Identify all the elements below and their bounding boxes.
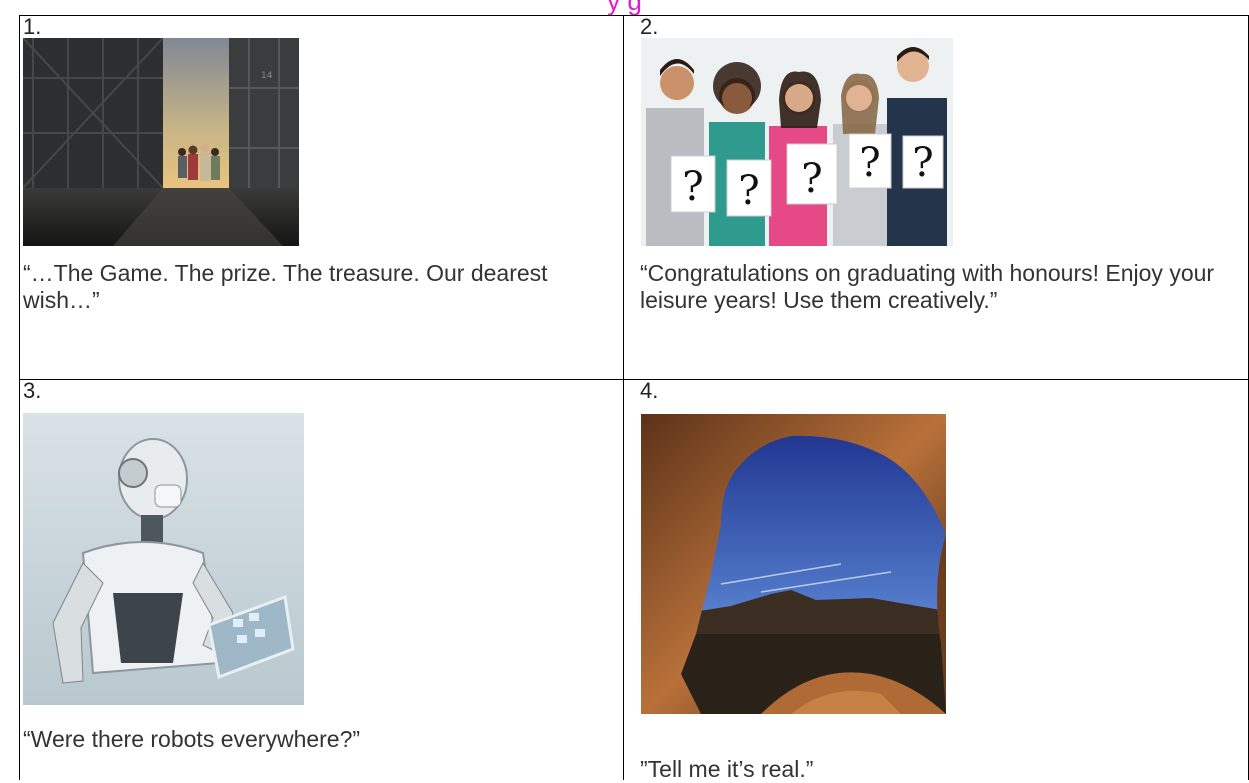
sign-question-mark: ? [682, 164, 703, 210]
students-holding-question-marks-photo: ? ? ? ? ? [641, 38, 953, 246]
sign-question-mark: ? [859, 140, 880, 186]
dark-warehouse-doorway-photo: 14 [23, 38, 299, 246]
cell-number: 1. [23, 14, 42, 39]
table-cell-1: 1. 14 “…The Game. The prize. The treasur… [19, 15, 624, 380]
desert-cave-sky-photo [641, 414, 946, 714]
caption-text: “Congratulations on graduating with hono… [640, 260, 1215, 313]
heading-clip: y g [0, 0, 1249, 16]
table-cell-3: 3. “Were there robots everywhere?” [19, 379, 624, 780]
storyboard-table: 1. 14 “…The Game. The prize. The treasur… [0, 15, 1249, 782]
table-cell-4: 4. ”Tell me it’s real.” [624, 378, 1249, 782]
cell-number: 2. [640, 14, 659, 39]
sign-question-mark: ? [738, 168, 759, 214]
sign-question-mark: ? [801, 156, 822, 202]
page-heading: y g [607, 0, 642, 16]
caption-text: ”Tell me it’s real.” [640, 756, 814, 782]
robot-holding-tablet-photo [23, 413, 304, 705]
caption-text: “Were there robots everywhere?” [23, 726, 361, 752]
table-cell-2: 2. ? ? ? ? ? “Congratulations on graduat… [624, 15, 1249, 380]
sign-question-mark: ? [912, 140, 933, 186]
caption-text: “…The Game. The prize. The treasure. Our… [23, 260, 548, 313]
cell-number: 3. [23, 378, 42, 403]
cell-number: 4. [640, 378, 659, 403]
svg-text:14: 14 [261, 71, 273, 81]
